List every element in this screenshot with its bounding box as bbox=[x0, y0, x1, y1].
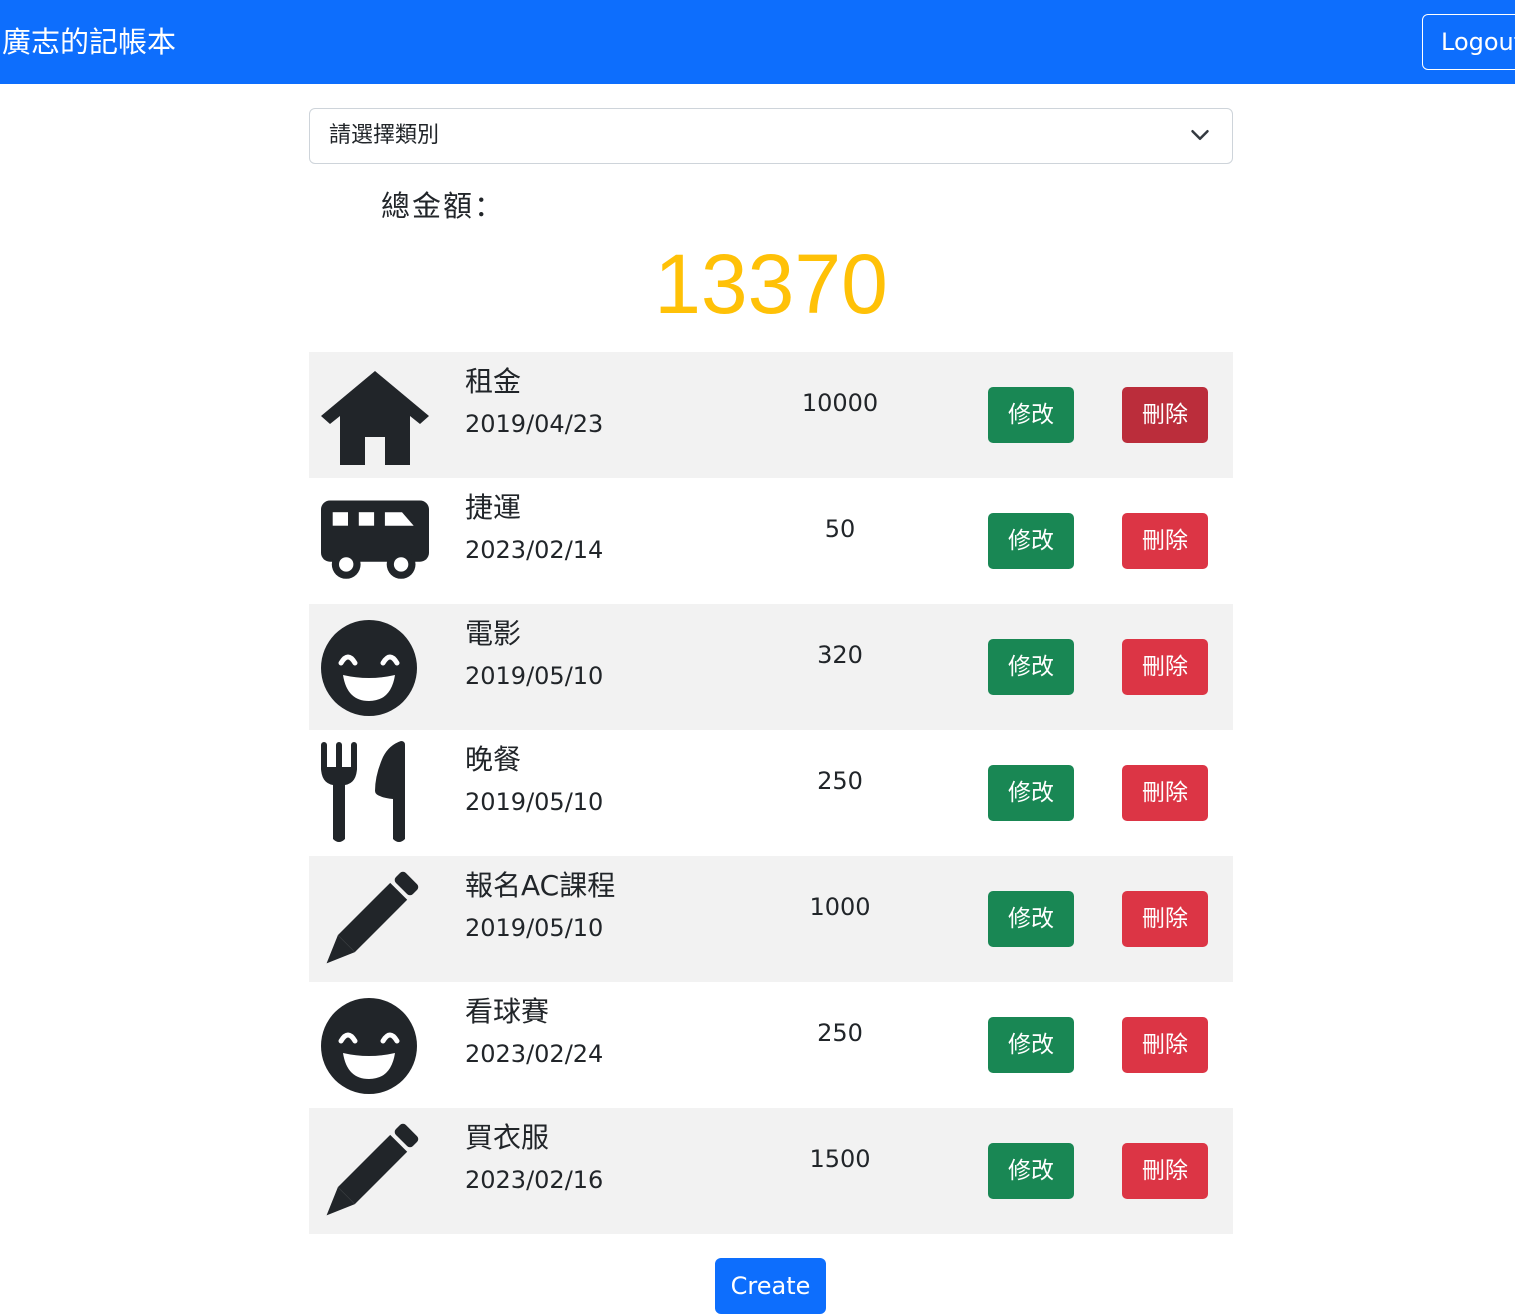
home-icon bbox=[321, 361, 429, 469]
category-select-value: 請選擇類別 bbox=[329, 123, 440, 148]
record-name: 電影 bbox=[465, 617, 522, 650]
edit-button[interactable]: 修改 bbox=[988, 387, 1074, 443]
record-name: 報名AC課程 bbox=[465, 869, 616, 902]
record-row: 晚餐 2019/05/10 250 修改 刪除 bbox=[309, 730, 1233, 856]
record-amount: 50 bbox=[824, 515, 856, 543]
delete-button[interactable]: 刪除 bbox=[1122, 1017, 1208, 1073]
grin-beam-icon bbox=[321, 991, 429, 1099]
record-row: 買衣服 2023/02/16 1500 修改 刪除 bbox=[309, 1108, 1233, 1234]
edit-button[interactable]: 修改 bbox=[988, 513, 1074, 569]
shuttle-van-icon bbox=[321, 487, 429, 595]
record-amount: 1500 bbox=[809, 1145, 871, 1173]
delete-button[interactable]: 刪除 bbox=[1122, 513, 1208, 569]
record-date: 2019/05/10 bbox=[465, 662, 604, 690]
edit-button[interactable]: 修改 bbox=[988, 1017, 1074, 1073]
record-row: 報名AC課程 2019/05/10 1000 修改 刪除 bbox=[309, 856, 1233, 982]
create-button[interactable]: Create bbox=[715, 1258, 826, 1314]
record-date: 2023/02/14 bbox=[465, 536, 604, 564]
record-date: 2019/05/10 bbox=[465, 914, 604, 942]
delete-button[interactable]: 刪除 bbox=[1122, 639, 1208, 695]
record-date: 2023/02/24 bbox=[465, 1040, 604, 1068]
edit-button[interactable]: 修改 bbox=[988, 765, 1074, 821]
grin-beam-icon bbox=[321, 613, 429, 721]
record-amount: 1000 bbox=[809, 893, 871, 921]
delete-button[interactable]: 刪除 bbox=[1122, 891, 1208, 947]
record-list: 租金 2019/04/23 10000 修改 刪除 捷運 2023/02/14 … bbox=[309, 352, 1233, 1234]
record-row: 看球賽 2023/02/24 250 修改 刪除 bbox=[309, 982, 1233, 1108]
pen-icon bbox=[321, 865, 429, 973]
record-name: 看球賽 bbox=[465, 995, 550, 1028]
logout-button[interactable]: Logout bbox=[1422, 14, 1515, 70]
record-amount: 250 bbox=[817, 767, 863, 795]
record-name: 捷運 bbox=[465, 491, 522, 524]
record-date: 2023/02/16 bbox=[465, 1166, 604, 1194]
record-amount: 320 bbox=[817, 641, 863, 669]
record-row: 捷運 2023/02/14 50 修改 刪除 bbox=[309, 478, 1233, 604]
edit-button[interactable]: 修改 bbox=[988, 639, 1074, 695]
delete-button[interactable]: 刪除 bbox=[1122, 1143, 1208, 1199]
record-name: 晚餐 bbox=[465, 743, 522, 776]
delete-button[interactable]: 刪除 bbox=[1122, 765, 1208, 821]
brand-title[interactable]: 廣志的記帳本 bbox=[2, 22, 176, 62]
record-date: 2019/04/23 bbox=[465, 410, 604, 438]
utensils-icon bbox=[321, 739, 429, 847]
record-row: 電影 2019/05/10 320 修改 刪除 bbox=[309, 604, 1233, 730]
record-name: 買衣服 bbox=[465, 1121, 550, 1154]
total-amount: 13370 bbox=[654, 237, 888, 331]
navbar: 廣志的記帳本 Logout bbox=[0, 0, 1515, 84]
record-amount: 250 bbox=[817, 1019, 863, 1047]
record-date: 2019/05/10 bbox=[465, 788, 604, 816]
edit-button[interactable]: 修改 bbox=[988, 1143, 1074, 1199]
pen-icon bbox=[321, 1117, 429, 1225]
chevron-down-icon bbox=[1191, 130, 1209, 140]
delete-button[interactable]: 刪除 bbox=[1122, 387, 1208, 443]
record-row: 租金 2019/04/23 10000 修改 刪除 bbox=[309, 352, 1233, 478]
record-amount: 10000 bbox=[801, 389, 879, 417]
record-name: 租金 bbox=[465, 365, 522, 398]
edit-button[interactable]: 修改 bbox=[988, 891, 1074, 947]
total-label: 總金額： bbox=[381, 189, 506, 223]
category-select[interactable]: 請選擇類別 bbox=[309, 108, 1233, 164]
